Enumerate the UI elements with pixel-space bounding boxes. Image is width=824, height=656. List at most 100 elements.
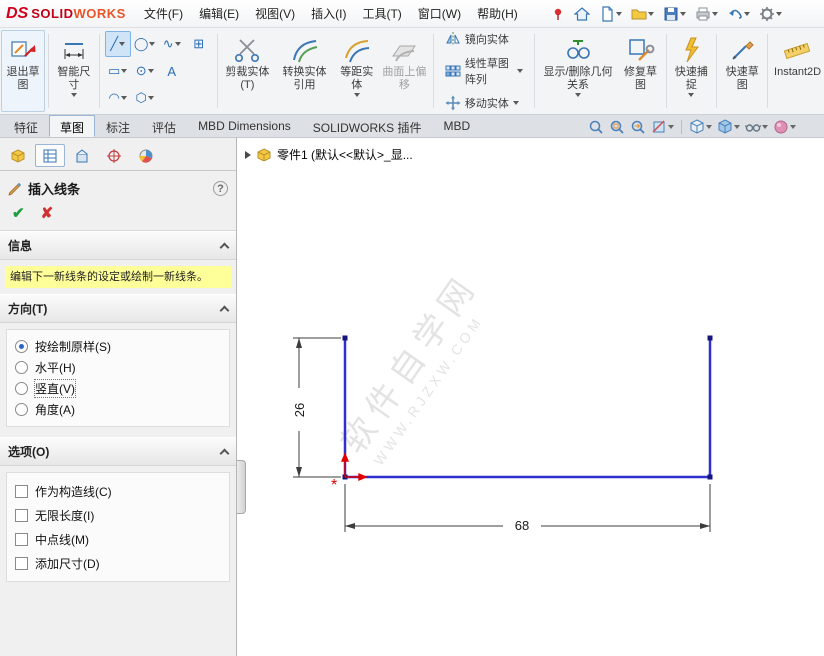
configuration-manager-tab[interactable] [67,144,97,167]
rectangle-dropdown-icon[interactable] [121,69,127,73]
checkbox-construction-line[interactable]: 作为构造线(C) [15,479,221,503]
arc-tool-button[interactable]: ◠ [105,85,131,111]
ok-button[interactable]: ✔ [12,204,25,222]
tab-mbd-dimensions[interactable]: MBD Dimensions [187,115,302,137]
menu-view[interactable]: 视图(V) [247,0,303,27]
linear-pattern-dropdown-icon[interactable] [517,69,523,73]
move-entities-button[interactable]: 移动实体 [441,93,527,113]
feature-tree-root[interactable]: 零件1 (默认<<默认>_显... [245,146,413,163]
radio-button-icon[interactable] [15,403,28,416]
dimxpert-manager-tab[interactable] [99,144,129,167]
perimeter-circle-dropdown-icon[interactable] [148,69,154,73]
radio-button-icon[interactable] [15,361,28,374]
menu-file[interactable]: 文件(F) [136,0,191,27]
checkbox-add-dimensions[interactable]: 添加尺寸(D) [15,551,221,575]
hide-show-items-icon[interactable] [745,119,768,135]
dim-26-text[interactable]: 26 [292,403,307,417]
menu-help[interactable]: 帮助(H) [469,0,526,27]
message-section-header[interactable]: 信息 [0,231,236,260]
checkbox-infinite-length[interactable]: 无限长度(I) [15,503,221,527]
orientation-section-header[interactable]: 方向(T) [0,294,236,323]
cancel-button[interactable]: ✘ [41,204,54,222]
zoom-to-fit-icon[interactable] [588,119,604,135]
checkbox-icon[interactable] [15,557,28,570]
circle-dropdown-icon[interactable] [149,42,155,46]
section-view-dropdown-icon[interactable] [668,125,674,129]
spline-tool-button[interactable]: ∿ [159,31,185,57]
display-style-icon[interactable] [717,119,740,135]
previous-view-icon[interactable] [630,119,646,135]
display-manager-tab[interactable] [131,144,161,167]
radio-as-sketched[interactable]: 按绘制原样(S) [15,336,221,357]
tab-features[interactable]: 特征 [3,115,49,137]
radio-button-icon[interactable] [15,382,28,395]
sketch-canvas[interactable]: 软件自学网 WWW.RJZXW.COM 26 68 [237,138,824,656]
panel-flyout-handle[interactable] [237,460,246,514]
save-icon[interactable] [660,4,689,24]
spline-dropdown-icon[interactable] [175,42,181,46]
radio-vertical[interactable]: 竖直(V) [15,378,221,399]
trim-entities-button[interactable]: 剪裁实体(T) [220,30,274,112]
arc-dropdown-icon[interactable] [121,96,127,100]
line-dropdown-icon[interactable] [119,42,125,46]
view-orientation-dropdown-icon[interactable] [706,125,712,129]
display-relations-dropdown-icon[interactable] [575,93,581,97]
zoom-to-area-icon[interactable] [609,119,625,135]
section-view-icon[interactable] [651,119,674,135]
radio-button-icon[interactable] [15,340,28,353]
tree-expand-icon[interactable] [245,151,251,159]
instant2d-button[interactable]: Instant2D [771,30,823,112]
open-file-icon[interactable] [628,4,657,24]
checkbox-icon[interactable] [15,485,28,498]
exit-sketch-button[interactable]: 退出草图 [1,30,45,112]
checkbox-icon[interactable] [15,509,28,522]
rectangle-tool-button[interactable]: ▭ [105,58,131,84]
edit-appearance-dropdown-icon[interactable] [790,125,796,129]
polygon-tool-button[interactable]: ⬡ [132,85,158,111]
view-orientation-icon[interactable] [689,119,712,135]
checkbox-midpoint-line[interactable]: 中点线(M) [15,527,221,551]
graphics-area[interactable]: 零件1 (默认<<默认>_显... 软件自学网 WWW.RJZXW.COM 26… [237,138,824,656]
undo-icon[interactable] [724,4,753,24]
tab-solidworks-addins[interactable]: SOLIDWORKS 插件 [302,115,433,137]
convert-entities-button[interactable]: 转换实体引用 [274,30,334,112]
rapid-sketch-button[interactable]: 快速草图 [720,30,764,112]
options-gear-icon[interactable] [756,4,785,24]
home-icon[interactable] [571,4,593,24]
tab-sketch[interactable]: 草图 [49,115,95,137]
text-tool-button[interactable]: A [159,58,185,84]
sketch-pattern-button[interactable]: ⊞ [186,31,212,57]
print-icon[interactable] [692,4,721,24]
tab-mbd[interactable]: MBD [432,115,481,137]
pin-toolbar-icon[interactable] [548,5,568,23]
menu-edit[interactable]: 编辑(E) [191,0,247,27]
offset-dropdown-icon[interactable] [354,93,360,97]
property-manager-tab[interactable] [35,144,65,167]
feature-manager-tab[interactable] [3,144,33,167]
move-entities-dropdown-icon[interactable] [513,101,519,105]
mirror-entities-button[interactable]: 镜向实体 [441,29,527,49]
radio-horizontal[interactable]: 水平(H) [15,357,221,378]
tab-evaluate[interactable]: 评估 [141,115,187,137]
smart-dimension-dropdown-icon[interactable] [71,93,77,97]
menu-tools[interactable]: 工具(T) [354,0,409,27]
perimeter-circle-button[interactable]: ⊙ [132,58,158,84]
smart-dimension-button[interactable]: 智能尺寸 [52,30,96,112]
quick-snaps-dropdown-icon[interactable] [688,93,694,97]
checkbox-icon[interactable] [15,533,28,546]
help-icon[interactable]: ? [213,181,228,196]
offset-entities-button[interactable]: 等距实体 [335,30,379,112]
radio-angle[interactable]: 角度(A) [15,399,221,420]
circle-tool-button[interactable]: ◯ [132,31,158,57]
new-document-icon[interactable] [596,4,625,24]
repair-sketch-button[interactable]: 修复草图 [619,30,663,112]
polygon-dropdown-icon[interactable] [148,96,154,100]
menu-insert[interactable]: 插入(I) [303,0,354,27]
menu-window[interactable]: 窗口(W) [410,0,469,27]
display-delete-relations-button[interactable]: 显示/删除几何关系 [537,30,618,112]
tab-markup[interactable]: 标注 [95,115,141,137]
dim-68-text[interactable]: 68 [515,518,529,533]
line-tool-button[interactable]: ╱ [105,31,131,57]
quick-snaps-button[interactable]: 快速捕捉 [669,30,713,112]
edit-appearance-icon[interactable] [773,119,796,135]
